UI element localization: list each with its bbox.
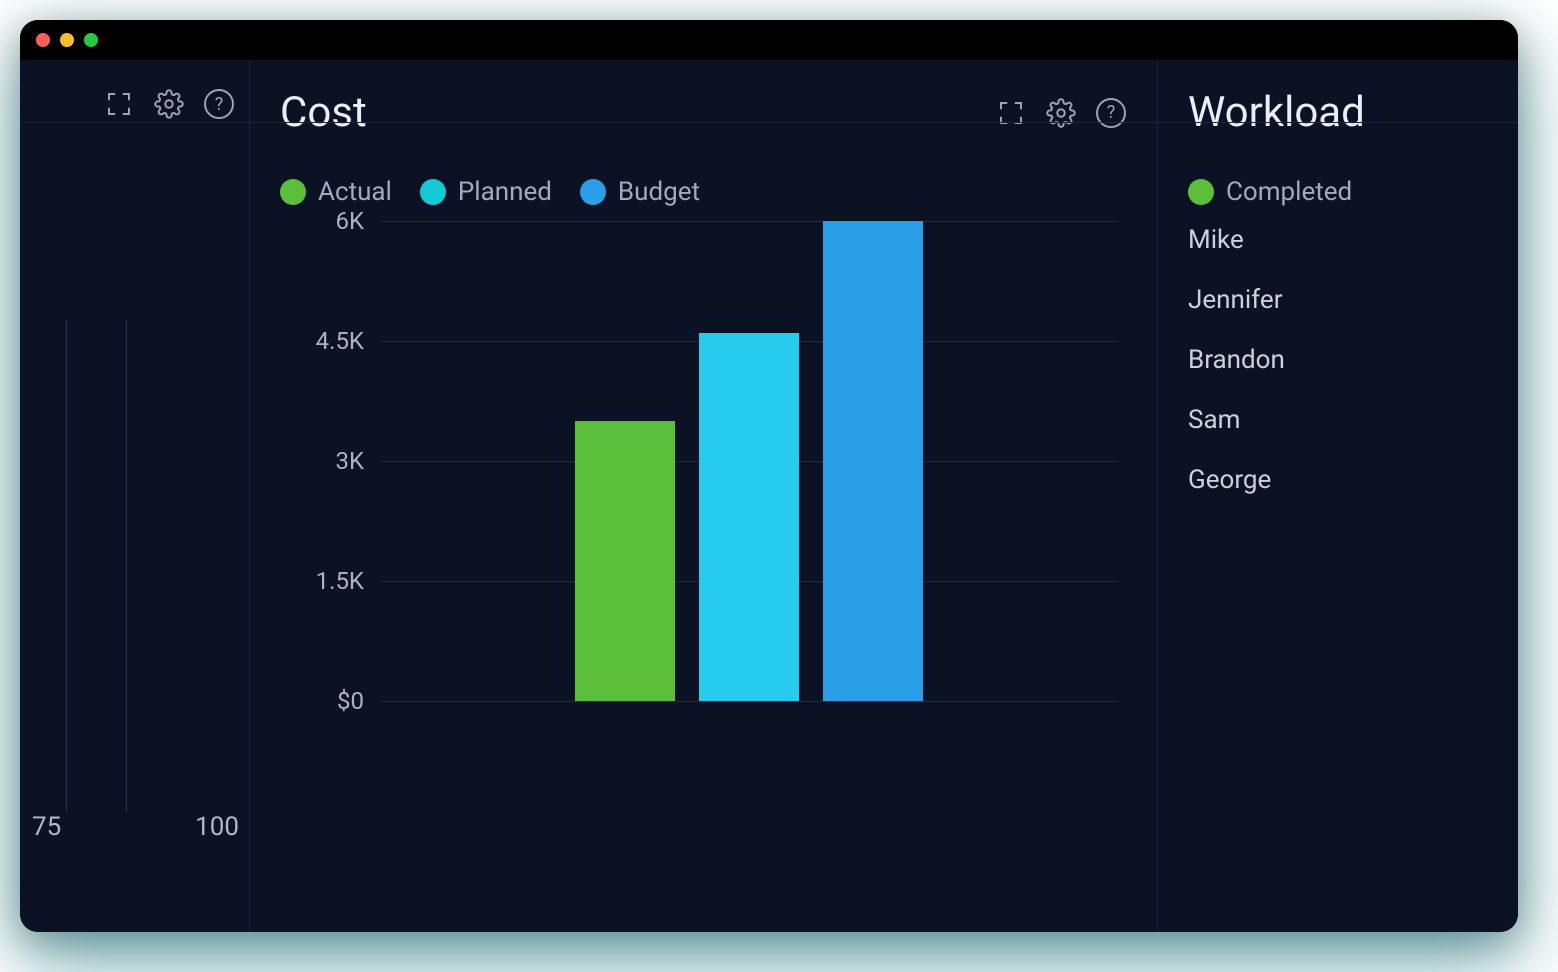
legend-item-completed[interactable]: Completed	[1188, 177, 1352, 207]
panel-cost: Cost ? Actual	[250, 60, 1158, 932]
cost-legend: Actual Planned Budget	[280, 177, 1127, 207]
legend-label: Actual	[318, 177, 392, 207]
legend-label: Budget	[618, 177, 700, 207]
panel-workload: Workload Completed Mike Jennifer Brandon…	[1158, 60, 1518, 932]
name-item[interactable]: Brandon	[1188, 345, 1488, 375]
app-window: ? 75 100 Cost	[20, 20, 1518, 932]
bars-container	[380, 221, 1117, 701]
window-close-dot[interactable]	[36, 33, 50, 47]
workload-title: Workload	[1188, 88, 1365, 137]
y-axis-labels: 6K 4.5K 3K 1.5K $0	[280, 221, 370, 701]
legend-label: Completed	[1226, 177, 1352, 207]
name-item[interactable]: Sam	[1188, 405, 1488, 435]
expand-icon[interactable]	[103, 88, 135, 120]
legend-item-budget[interactable]: Budget	[580, 177, 700, 207]
legend-swatch	[580, 179, 606, 205]
legend-swatch	[280, 179, 306, 205]
y-tick: 3K	[274, 447, 364, 475]
help-icon[interactable]: ?	[1095, 97, 1127, 129]
dashboard: ? 75 100 Cost	[20, 60, 1518, 932]
y-tick: $0	[274, 687, 364, 715]
name-item[interactable]: George	[1188, 465, 1488, 495]
legend-label: Planned	[458, 177, 552, 207]
window-zoom-dot[interactable]	[84, 33, 98, 47]
cost-toolbar: ?	[995, 97, 1127, 129]
cost-title: Cost	[280, 88, 367, 137]
workload-names: Mike Jennifer Brandon Sam George	[1188, 225, 1488, 495]
gear-icon[interactable]	[1045, 97, 1077, 129]
panel-left-truncated: ? 75 100	[20, 60, 250, 932]
xtick: 75	[32, 812, 61, 842]
cost-header: Cost ?	[280, 88, 1127, 137]
left-panel-axis-fragment	[66, 320, 189, 812]
legend-swatch	[1188, 179, 1214, 205]
window-minimize-dot[interactable]	[60, 33, 74, 47]
bar-planned[interactable]	[699, 333, 799, 701]
y-tick: 6K	[274, 207, 364, 235]
workload-header: Workload	[1188, 88, 1488, 137]
panel-left-toolbar: ?	[103, 88, 235, 120]
bar-budget[interactable]	[823, 221, 923, 701]
bar-actual[interactable]	[575, 421, 675, 701]
plot-area	[380, 221, 1117, 701]
gear-icon[interactable]	[153, 88, 185, 120]
workload-legend: Completed	[1188, 177, 1488, 207]
expand-icon[interactable]	[995, 97, 1027, 129]
cost-chart: 6K 4.5K 3K 1.5K $0	[280, 221, 1127, 701]
legend-item-planned[interactable]: Planned	[420, 177, 552, 207]
legend-item-actual[interactable]: Actual	[280, 177, 392, 207]
legend-swatch	[420, 179, 446, 205]
help-icon[interactable]: ?	[203, 88, 235, 120]
xtick: 100	[195, 812, 239, 842]
name-item[interactable]: Jennifer	[1188, 285, 1488, 315]
left-panel-xticks: 75 100	[32, 812, 239, 842]
y-tick: 1.5K	[274, 567, 364, 595]
panel-left-header: ?	[34, 88, 235, 120]
name-item[interactable]: Mike	[1188, 225, 1488, 255]
window-titlebar	[20, 20, 1518, 60]
y-tick: 4.5K	[274, 327, 364, 355]
